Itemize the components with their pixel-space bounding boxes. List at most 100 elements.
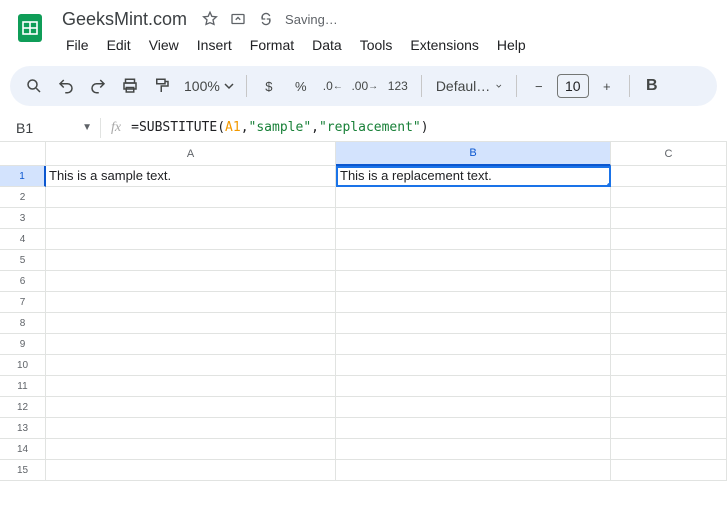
row-header-12[interactable]: 12 [0, 397, 46, 418]
cell-c13[interactable] [611, 418, 727, 439]
row-header-2[interactable]: 2 [0, 187, 46, 208]
redo-icon[interactable] [84, 72, 112, 100]
decrease-font-icon[interactable]: − [525, 72, 553, 100]
zoom-select[interactable]: 100% [180, 78, 238, 94]
row-header-11[interactable]: 11 [0, 376, 46, 397]
menu-edit[interactable]: Edit [99, 33, 139, 57]
menu-file[interactable]: File [58, 33, 97, 57]
cell-a1[interactable]: This is a sample text. [46, 166, 336, 187]
sheets-logo[interactable] [10, 8, 50, 48]
font-family-select[interactable]: Defaul… [430, 78, 508, 94]
menu-view[interactable]: View [141, 33, 187, 57]
cell-a7[interactable] [46, 292, 336, 313]
cell-b10[interactable] [336, 355, 611, 376]
menu-data[interactable]: Data [304, 33, 350, 57]
number-format-icon[interactable]: 123 [383, 72, 413, 100]
bold-icon[interactable]: B [638, 72, 666, 100]
menu-tools[interactable]: Tools [352, 33, 401, 57]
row-header-13[interactable]: 13 [0, 418, 46, 439]
menu-format[interactable]: Format [242, 33, 302, 57]
formula-text: ) [421, 120, 429, 135]
cell-b5[interactable] [336, 250, 611, 271]
currency-icon[interactable]: $ [255, 72, 283, 100]
percent-icon[interactable]: % [287, 72, 315, 100]
undo-icon[interactable] [52, 72, 80, 100]
cloud-sync-icon[interactable] [257, 10, 275, 28]
formula-bar[interactable]: =SUBSTITUTE(A1, "sample", "replacement") [131, 120, 428, 135]
col-header-c[interactable]: C [611, 142, 727, 166]
row-header-3[interactable]: 3 [0, 208, 46, 229]
cell-b11[interactable] [336, 376, 611, 397]
cell-c15[interactable] [611, 460, 727, 481]
cell-a15[interactable] [46, 460, 336, 481]
paint-format-icon[interactable] [148, 72, 176, 100]
cell-a8[interactable] [46, 313, 336, 334]
row-header-7[interactable]: 7 [0, 292, 46, 313]
cell-c2[interactable] [611, 187, 727, 208]
cell-a5[interactable] [46, 250, 336, 271]
cell-a3[interactable] [46, 208, 336, 229]
cell-c9[interactable] [611, 334, 727, 355]
cell-a10[interactable] [46, 355, 336, 376]
cell-c4[interactable] [611, 229, 727, 250]
cell-b15[interactable] [336, 460, 611, 481]
print-icon[interactable] [116, 72, 144, 100]
cell-b6[interactable] [336, 271, 611, 292]
search-icon[interactable] [20, 72, 48, 100]
cell-b1[interactable]: This is a replacement text. [336, 166, 611, 187]
formula-text: = [131, 120, 139, 135]
cell-c5[interactable] [611, 250, 727, 271]
row-header-5[interactable]: 5 [0, 250, 46, 271]
menu-insert[interactable]: Insert [189, 33, 240, 57]
row-header-15[interactable]: 15 [0, 460, 46, 481]
font-size-input[interactable]: 10 [557, 74, 589, 98]
cell-a12[interactable] [46, 397, 336, 418]
row-header-1[interactable]: 1 [0, 166, 46, 187]
row-header-14[interactable]: 14 [0, 439, 46, 460]
cell-b9[interactable] [336, 334, 611, 355]
cell-b13[interactable] [336, 418, 611, 439]
menu-extensions[interactable]: Extensions [402, 33, 486, 57]
decrease-decimal-icon[interactable]: .0← [319, 72, 347, 100]
cell-c10[interactable] [611, 355, 727, 376]
row-header-8[interactable]: 8 [0, 313, 46, 334]
cell-c6[interactable] [611, 271, 727, 292]
row-header-10[interactable]: 10 [0, 355, 46, 376]
cell-c14[interactable] [611, 439, 727, 460]
cell-c8[interactable] [611, 313, 727, 334]
cell-c12[interactable] [611, 397, 727, 418]
cell-a11[interactable] [46, 376, 336, 397]
cell-a13[interactable] [46, 418, 336, 439]
cell-b7[interactable] [336, 292, 611, 313]
cell-c7[interactable] [611, 292, 727, 313]
col-header-a[interactable]: A [46, 142, 336, 166]
row-header-9[interactable]: 9 [0, 334, 46, 355]
cell-b14[interactable] [336, 439, 611, 460]
increase-decimal-icon[interactable]: .00→ [351, 72, 379, 100]
cell-b3[interactable] [336, 208, 611, 229]
cell-c3[interactable] [611, 208, 727, 229]
cell-a9[interactable] [46, 334, 336, 355]
cell-a14[interactable] [46, 439, 336, 460]
cell-a4[interactable] [46, 229, 336, 250]
name-box[interactable]: B1▼ [0, 120, 100, 136]
cell-c1[interactable] [611, 166, 727, 187]
move-icon[interactable] [229, 10, 247, 28]
col-header-b[interactable]: B [336, 142, 611, 166]
cell-b2[interactable] [336, 187, 611, 208]
row-header-4[interactable]: 4 [0, 229, 46, 250]
increase-font-icon[interactable]: + [593, 72, 621, 100]
star-icon[interactable] [201, 10, 219, 28]
save-status: Saving… [285, 12, 338, 27]
cell-b4[interactable] [336, 229, 611, 250]
menu-help[interactable]: Help [489, 33, 534, 57]
cell-a6[interactable] [46, 271, 336, 292]
cell-b8[interactable] [336, 313, 611, 334]
row-header-6[interactable]: 6 [0, 271, 46, 292]
chevron-down-icon: ▼ [82, 122, 92, 133]
cell-a2[interactable] [46, 187, 336, 208]
cell-c11[interactable] [611, 376, 727, 397]
doc-title[interactable]: GeeksMint.com [58, 8, 191, 31]
select-all-corner[interactable] [0, 142, 46, 166]
cell-b12[interactable] [336, 397, 611, 418]
